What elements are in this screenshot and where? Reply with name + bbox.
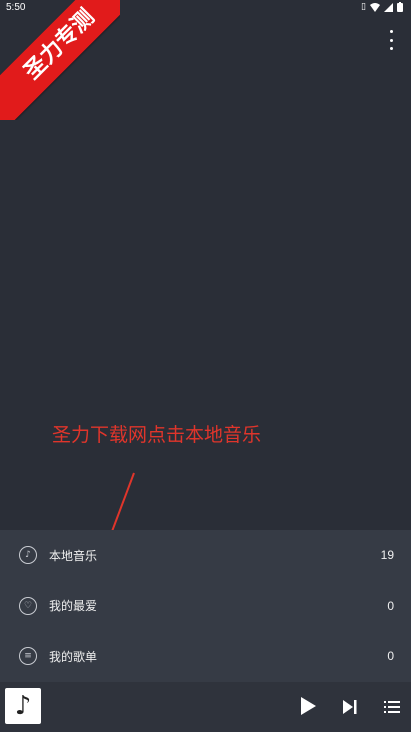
heart-icon: ♡ [19,596,37,615]
more-options-icon[interactable] [385,30,397,50]
vibrate-icon: ▯ [361,2,366,12]
music-disc-icon: ♪ [19,546,37,565]
player-bar: ♪ [0,682,411,732]
watermark-ribbon: 圣力专测 [0,0,120,120]
list-item-count: 19 [380,548,394,563]
playlist-icon: ≡ [19,647,37,666]
wifi-icon [370,2,380,12]
list-item-count: 0 [387,598,394,613]
annotation-text: 圣力下载网点击本地音乐 [52,424,262,446]
list-item-label: 我的最爱 [49,599,98,614]
queue-list-button[interactable] [384,699,400,715]
signal-icon [384,2,393,12]
list-item-local-music[interactable]: ♪ 本地音乐 19 [0,530,411,581]
album-art[interactable]: ♪ [5,688,41,724]
list-item-playlists[interactable]: ≡ 我的歌单 0 [0,631,411,682]
list-item-favorites[interactable]: ♡ 我的最爱 0 [0,581,411,632]
list-item-count: 0 [387,649,394,664]
play-button[interactable] [299,696,317,716]
music-note-icon: ♪ [14,691,32,721]
battery-icon [397,2,403,12]
next-track-button[interactable] [342,698,358,716]
watermark-ribbon-text: 圣力专测 [0,0,120,120]
library-list: ♪ 本地音乐 19 ♡ 我的最爱 0 ≡ 我的歌单 0 [0,530,411,682]
status-icons: ▯ [361,2,403,12]
list-item-label: 本地音乐 [49,548,98,563]
list-item-label: 我的歌单 [49,649,98,664]
